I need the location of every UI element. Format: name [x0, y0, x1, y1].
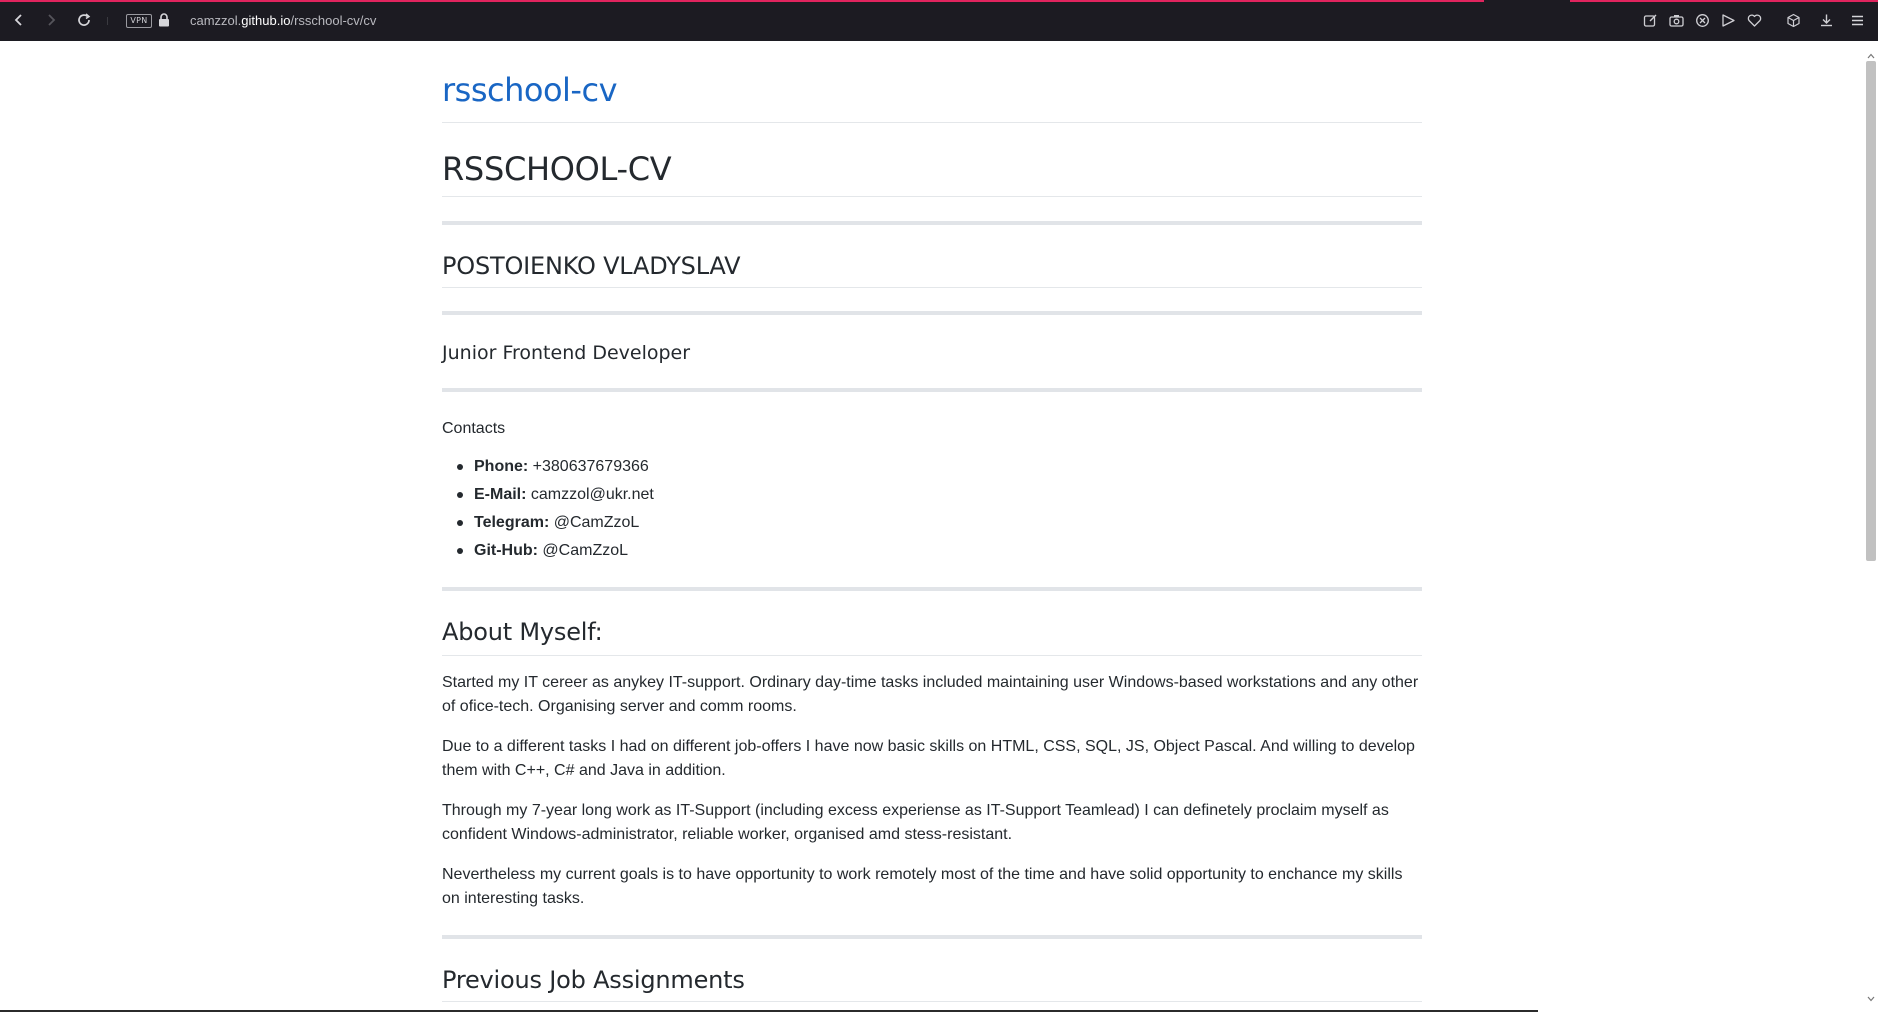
scroll-thumb[interactable]	[1866, 61, 1876, 561]
contact-telegram: Telegram: @CamZzoL	[442, 511, 654, 539]
about-underline	[442, 655, 1422, 656]
section-rule	[442, 221, 1422, 225]
header-divider	[442, 122, 1422, 123]
contact-value: @CamZzoL	[537, 542, 629, 559]
title-underline	[442, 196, 1422, 197]
job-position: Junior Frontend Developer	[442, 342, 691, 364]
page-title: RSSCHOOL-CV	[442, 150, 672, 188]
scroll-down-icon[interactable]	[1867, 989, 1875, 1007]
about-heading: About Myself:	[442, 618, 603, 646]
contact-value: +380637679366	[528, 458, 649, 475]
contacts-list: Phone: +380637679366 E-Mail: camzzol@ukr…	[442, 455, 654, 567]
section-rule	[442, 311, 1422, 315]
about-paragraph: Due to a different tasks I had on differ…	[442, 738, 1415, 779]
forward-icon[interactable]	[40, 9, 62, 31]
section-rule	[442, 587, 1422, 591]
contact-value: camzzol@ukr.net	[526, 486, 654, 503]
contact-phone: Phone: +380637679366	[442, 455, 654, 483]
section-rule	[442, 935, 1422, 939]
contact-label: E-Mail:	[474, 486, 527, 503]
tab-accent-line	[0, 0, 1484, 2]
menu-icon[interactable]	[1847, 10, 1867, 30]
contact-value: @CamZzoL	[549, 514, 640, 531]
about-paragraph: Through my 7-year long work as IT-Suppor…	[442, 802, 1389, 843]
person-name: POSTOIENKO VLADYSLAV	[442, 252, 741, 280]
contact-label: Git-Hub:	[474, 542, 538, 559]
about-paragraph: Started my IT cereer as anykey IT-suppor…	[442, 674, 1419, 715]
send-icon[interactable]	[1718, 10, 1738, 30]
address-bar[interactable]: camzzol.github.io/rsschool-cv/cv	[190, 12, 376, 29]
cube-icon[interactable]	[1783, 10, 1803, 30]
jobs-underline	[442, 1001, 1422, 1002]
vpn-badge[interactable]: VPN	[126, 14, 152, 28]
vertical-scrollbar[interactable]	[1864, 41, 1878, 1012]
browser-toolbar: VPN camzzol.github.io/rsschool-cv/cv	[0, 0, 1878, 41]
url-path: /rsschool-cv/cv	[290, 13, 377, 28]
contact-github: Git-Hub: @CamZzoL	[442, 539, 654, 567]
url-host: github.io	[241, 13, 291, 28]
camera-icon[interactable]	[1666, 10, 1686, 30]
url-prefix: camzzol.	[190, 13, 242, 28]
reload-icon[interactable]	[73, 9, 95, 31]
site-title-link[interactable]: rsschool-cv	[442, 70, 618, 110]
name-underline	[442, 287, 1422, 288]
jobs-heading: Previous Job Assignments	[442, 966, 745, 994]
contacts-heading: Contacts	[442, 420, 506, 437]
contact-label: Telegram:	[474, 514, 550, 531]
block-icon[interactable]	[1692, 10, 1712, 30]
contact-label: Phone:	[474, 458, 529, 475]
toolbar-separator	[107, 17, 108, 25]
about-paragraph: Nevertheless my current goals is to have…	[442, 866, 1403, 907]
section-rule	[442, 388, 1422, 392]
download-icon[interactable]	[1816, 10, 1836, 30]
back-icon[interactable]	[8, 9, 30, 31]
edit-icon[interactable]	[1640, 10, 1660, 30]
lock-icon[interactable]	[158, 13, 170, 32]
heart-icon[interactable]	[1744, 10, 1764, 30]
contact-email: E-Mail: camzzol@ukr.net	[442, 483, 654, 511]
tab-accent-line	[1570, 0, 1878, 2]
